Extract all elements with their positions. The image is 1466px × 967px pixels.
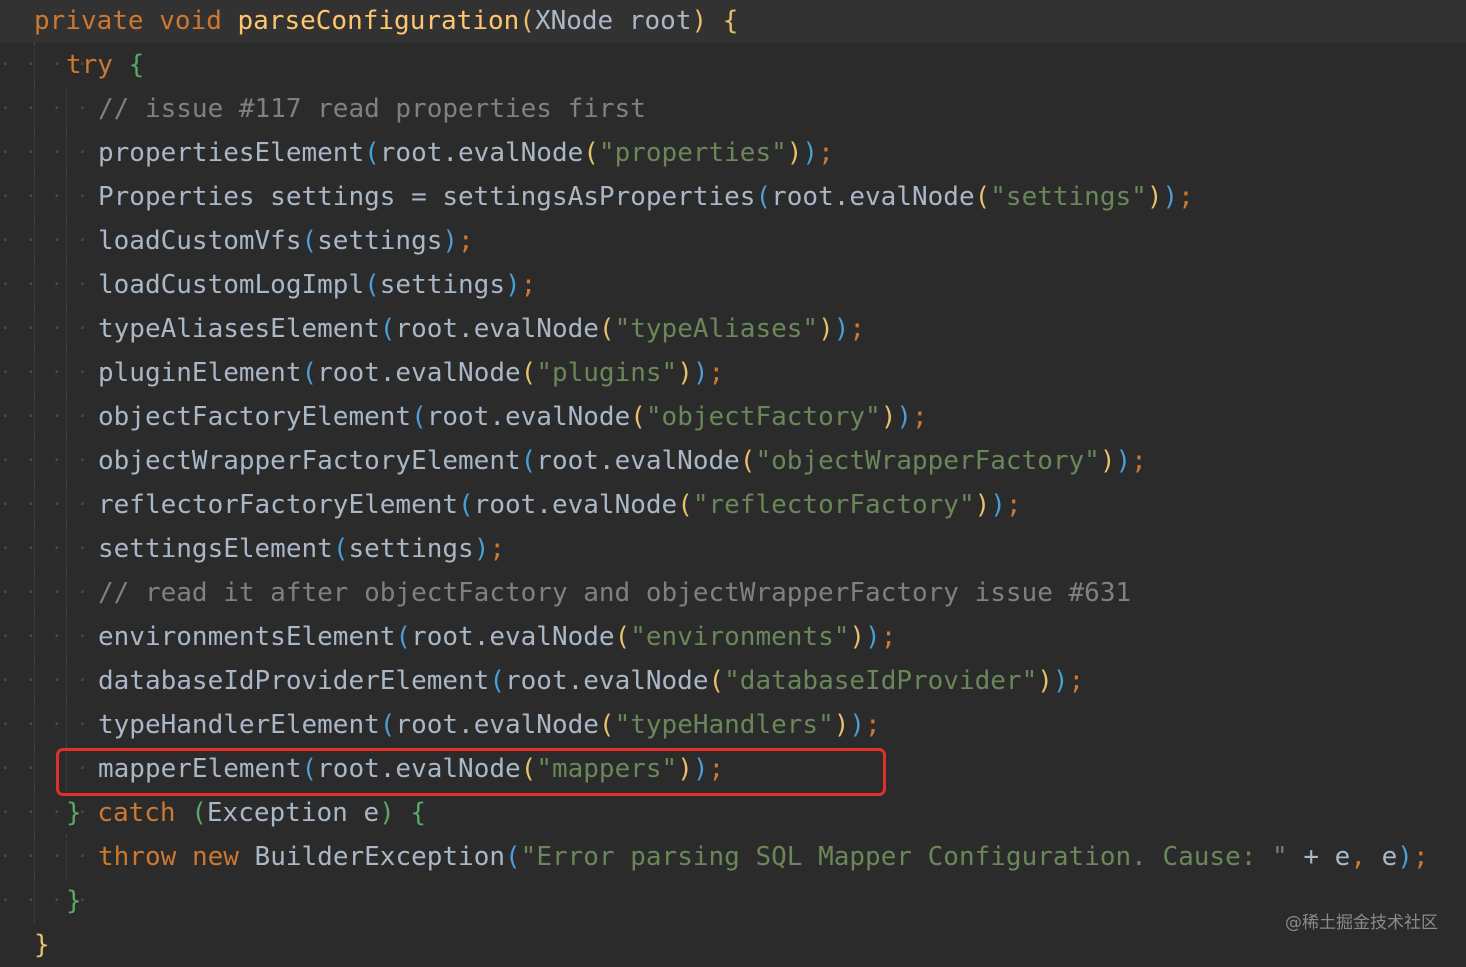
- code-text: pluginElement(root.evalNode("plugins"));: [98, 358, 725, 388]
- code-line[interactable]: · · · · databaseIdProviderElement(root.ev…: [0, 659, 1466, 703]
- code-line[interactable]: · · · ·} catch (Exception e) {: [0, 791, 1466, 835]
- whitespace-dots: · · · ·: [0, 494, 90, 515]
- whitespace-dots: · · · ·: [0, 318, 90, 339]
- code-line[interactable]: · · · · throw new BuilderException("Error…: [0, 835, 1466, 879]
- whitespace-dots: · · · ·: [0, 846, 90, 867]
- watermark: @稀土掘金技术社区: [1285, 913, 1438, 933]
- whitespace-dots: · · · ·: [0, 230, 90, 251]
- code-line[interactable]: · · · · loadCustomLogImpl(settings);: [0, 263, 1466, 307]
- whitespace-dots: · · · ·: [0, 626, 90, 647]
- whitespace-dots: · · · ·: [0, 538, 90, 559]
- whitespace-dots: · · · ·: [0, 186, 90, 207]
- code-line[interactable]: · · · · typeHandlerElement(root.evalNode(…: [0, 703, 1466, 747]
- code-text: loadCustomVfs(settings);: [98, 226, 474, 256]
- code-text: environmentsElement(root.evalNode("envir…: [98, 622, 897, 652]
- code-line[interactable]: · · · · // read it after objectFactory an…: [0, 571, 1466, 615]
- code-line[interactable]: · · · ·}: [0, 879, 1466, 923]
- whitespace-dots: · · · ·: [0, 582, 90, 603]
- code-line[interactable]: · · · · objectWrapperFactoryElement(root.…: [0, 439, 1466, 483]
- code-line[interactable]: · · · · settingsElement(settings);: [0, 527, 1466, 571]
- code-text: private void parseConfiguration(XNode ro…: [34, 6, 739, 36]
- code-text: objectWrapperFactoryElement(root.evalNod…: [98, 446, 1147, 476]
- code-line[interactable]: · · · · // issue #117 read properties fir…: [0, 87, 1466, 131]
- whitespace-dots: · · · ·: [0, 450, 90, 471]
- code-text: settingsElement(settings);: [98, 534, 506, 564]
- code-line[interactable]: private void parseConfiguration(XNode ro…: [0, 0, 1466, 43]
- whitespace-dots: · · · ·: [0, 274, 90, 295]
- code-text: }: [34, 930, 50, 960]
- whitespace-dots: · · · ·: [0, 362, 90, 383]
- whitespace-dots: · · · ·: [0, 98, 90, 119]
- code-line[interactable]: · · · · typeAliasesElement(root.evalNode(…: [0, 307, 1466, 351]
- code-text: typeAliasesElement(root.evalNode("typeAl…: [98, 314, 866, 344]
- code-line[interactable]: }: [0, 923, 1466, 967]
- code-line[interactable]: · · · · objectFactoryElement(root.evalNod…: [0, 395, 1466, 439]
- code-text: reflectorFactoryElement(root.evalNode("r…: [98, 490, 1022, 520]
- code-comment: // read it after objectFactory and objec…: [98, 578, 1132, 608]
- whitespace-dots: · · · ·: [0, 142, 90, 163]
- code-line[interactable]: · · · · environmentsElement(root.evalNode…: [0, 615, 1466, 659]
- code-text: }: [66, 886, 82, 916]
- code-text: objectFactoryElement(root.evalNode("obje…: [98, 402, 928, 432]
- code-text: loadCustomLogImpl(settings);: [98, 270, 537, 300]
- code-line[interactable]: · · · · reflectorFactoryElement(root.eval…: [0, 483, 1466, 527]
- code-editor[interactable]: private void parseConfiguration(XNode ro…: [0, 0, 1466, 960]
- code-text: typeHandlerElement(root.evalNode("typeHa…: [98, 710, 881, 740]
- whitespace-dots: · · · ·: [0, 670, 90, 691]
- code-text: try {: [66, 50, 145, 80]
- code-line[interactable]: · · · · mapperElement(root.evalNode("mapp…: [0, 747, 1466, 791]
- whitespace-dots: · · · ·: [0, 758, 90, 779]
- code-comment: // issue #117 read properties first: [98, 94, 646, 124]
- code-text: throw new BuilderException("Error parsin…: [98, 842, 1429, 872]
- code-text: propertiesElement(root.evalNode("propert…: [98, 138, 834, 168]
- code-line[interactable]: · · · · loadCustomVfs(settings);: [0, 219, 1466, 263]
- code-text: } catch (Exception e) {: [66, 798, 427, 828]
- code-line[interactable]: · · · · try {: [0, 43, 1466, 87]
- code-text: databaseIdProviderElement(root.evalNode(…: [98, 666, 1085, 696]
- code-text: Properties settings = settingsAsProperti…: [98, 182, 1194, 212]
- whitespace-dots: · · · ·: [0, 406, 90, 427]
- code-line[interactable]: · · · · propertiesElement(root.evalNode("…: [0, 131, 1466, 175]
- code-line[interactable]: · · · · Properties settings = settingsAsP…: [0, 175, 1466, 219]
- whitespace-dots: · · · ·: [0, 714, 90, 735]
- code-line[interactable]: · · · · pluginElement(root.evalNode("plug…: [0, 351, 1466, 395]
- code-text: mapperElement(root.evalNode("mappers"));: [98, 754, 725, 784]
